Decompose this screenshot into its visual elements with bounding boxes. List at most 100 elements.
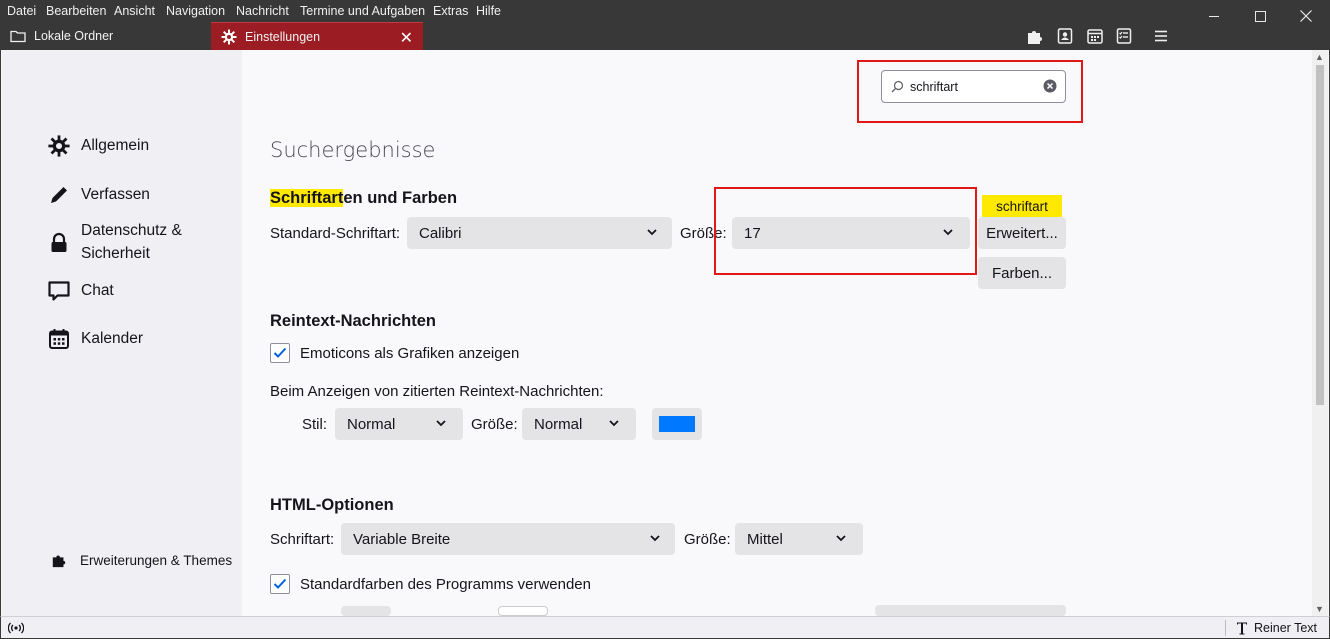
address-book-icon[interactable] [1055,26,1075,46]
close-icon [1300,10,1312,22]
sidebar-item-label: Erweiterungen & Themes [80,552,233,568]
select-value: Variable Breite [353,530,451,548]
calendar-icon[interactable] [1085,26,1105,46]
reset-colors-button[interactable] [875,605,1066,616]
sidebar: Allgemein Verfassen Datenschutz & Sicher… [2,50,242,616]
tab-einstellungen[interactable]: Einstellungen ✕ [211,22,423,50]
emoticons-checkbox[interactable] [270,343,290,363]
menu-nachricht[interactable]: Nachricht [236,4,289,18]
sidebar-item-chat[interactable]: Chat [47,279,114,303]
quote-size-select[interactable]: Normal [522,408,636,440]
chevron-down-icon [435,417,447,429]
sidebar-item-datenschutz[interactable]: Datenschutz & Sicherheit [47,219,182,265]
online-status-icon[interactable] [8,621,24,635]
clear-search-icon[interactable] [1043,79,1057,93]
plain-text-icon [1236,621,1248,635]
maximize-icon [1254,10,1266,22]
section-title-plaintext: Reintext-Nachrichten [270,312,436,330]
sidebar-item-label: Verfassen [81,186,150,203]
page-title: Suchergebnisse [270,138,436,162]
section-title-html: HTML-Optionen [270,496,394,514]
search-field[interactable] [881,70,1066,103]
tab-lokale-ordner[interactable]: Lokale Ordner [0,22,205,50]
tasks-icon[interactable] [1114,26,1134,46]
default-font-select[interactable]: Calibri [407,217,672,249]
colors-button[interactable]: Farben... [978,257,1066,289]
advanced-fonts-button[interactable]: Erweitert... [978,217,1066,249]
menu-extras[interactable]: Extras [433,4,468,18]
sidebar-item-verfassen[interactable]: Verfassen [47,183,150,207]
quote-style-label: Stil: [302,416,328,433]
menu-bearbeiten[interactable]: Bearbeiten [46,4,106,18]
quote-size-label: Größe: [471,416,518,433]
close-tab-icon[interactable]: ✕ [400,28,413,48]
lock-icon [47,231,71,255]
menu-termine[interactable]: Termine und Aufgaben [300,4,425,18]
tab-bar: Lokale Ordner Einstellungen ✕ [0,22,1330,50]
gear-icon [47,134,71,158]
tab-label: Einstellungen [245,29,321,44]
search-tooltip: schriftart [982,195,1062,222]
default-font-label: Standard-Schriftart: [270,225,401,242]
chevron-down-icon [649,532,661,544]
checkmark-icon [273,578,287,589]
pencil-icon [47,183,71,207]
status-bar: Reiner Text [0,616,1330,639]
quote-color-picker[interactable] [652,408,702,440]
menu-hilfe[interactable]: Hilfe [476,4,501,18]
checkmark-icon [273,347,287,358]
html-size-select[interactable]: Mittel [735,523,863,555]
default-colors-checkbox[interactable] [270,574,290,594]
folder-icon [10,29,26,43]
tab-label: Lokale Ordner [34,29,114,43]
text-color-picker[interactable] [341,606,391,616]
select-value: Normal [347,415,396,433]
select-value: Mittel [747,530,783,548]
chat-icon [47,279,71,303]
sidebar-item-label: Kalender [81,330,144,347]
gear-icon [221,29,237,45]
size-highlight-annotation [714,187,977,275]
menu-icon[interactable] [1151,26,1171,46]
sidebar-item-label: Chat [81,282,114,299]
addons-icon[interactable] [1025,26,1045,46]
select-value: Calibri [419,224,462,242]
sidebar-item-allgemein[interactable]: Allgemein [47,134,149,158]
scroll-down-icon[interactable]: ▼ [1315,604,1324,614]
scroll-up-icon[interactable]: ▲ [1315,52,1324,62]
select-value: Normal [534,415,583,433]
search-icon [891,80,904,93]
menu-datei[interactable]: Datei [7,4,36,18]
section-title-rest: en und Farben [343,189,458,207]
divider [1225,620,1226,636]
menu-bar: Datei Bearbeiten Ansicht Navigation Nach… [0,0,1330,22]
html-font-label: Schriftart: [270,531,335,548]
color-swatch [659,416,695,432]
menu-navigation[interactable]: Navigation [166,4,225,18]
html-size-label: Größe: [684,531,731,548]
plain-text-indicator[interactable]: Reiner Text [1225,620,1317,636]
scrollbar[interactable]: ▲ ▼ [1312,50,1328,616]
plain-text-label: Reiner Text [1254,621,1317,635]
html-font-select[interactable]: Variable Breite [341,523,675,555]
scrollbar-thumb[interactable] [1316,65,1324,405]
chevron-down-icon [608,417,620,429]
calendar-icon [47,327,71,351]
sidebar-item-kalender[interactable]: Kalender [47,327,143,351]
search-input[interactable] [910,79,1030,94]
preferences-content: Allgemein Verfassen Datenschutz & Sicher… [0,50,1330,616]
quoted-text-label: Beim Anzeigen von zitierten Reintext-Nac… [270,383,604,400]
addons-icon [50,551,68,569]
sidebar-item-extensions[interactable]: Erweiterungen & Themes [50,551,232,569]
sidebar-item-label: Allgemein [81,137,150,154]
background-color-picker[interactable] [498,606,548,616]
search-match-highlight: Schriftart [270,189,344,207]
menu-ansicht[interactable]: Ansicht [114,4,155,18]
minimize-icon [1208,15,1219,17]
chevron-down-icon [835,532,847,544]
section-title-fonts: Schriftarten und Farben [270,189,457,208]
sidebar-item-label: Datenschutz & Sicherheit [81,222,182,262]
default-colors-label: Standardfarben des Programms verwenden [300,576,591,593]
quote-style-select[interactable]: Normal [335,408,463,440]
emoticons-label: Emoticons als Grafiken anzeigen [300,345,520,362]
